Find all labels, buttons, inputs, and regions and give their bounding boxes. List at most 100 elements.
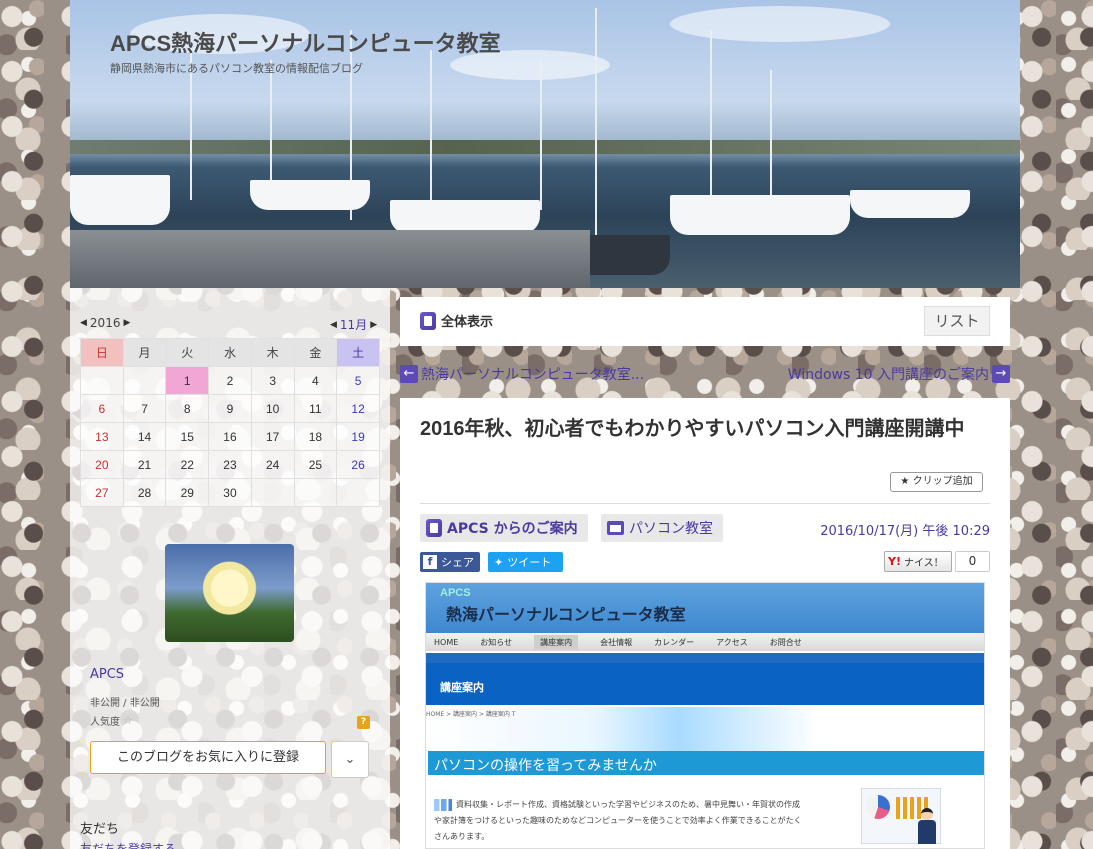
calendar-day-today[interactable]: 1: [165, 366, 210, 395]
calendar-day: [293, 478, 338, 507]
nice-button[interactable]: Y! ナイス！: [884, 551, 952, 572]
prev-month-arrow-icon[interactable]: ◀: [330, 320, 337, 330]
calendar-day[interactable]: 23: [208, 450, 252, 479]
arrow-right-icon: →: [992, 365, 1010, 383]
boat: [390, 200, 540, 234]
nice-count: 0: [955, 551, 990, 572]
calendar-day[interactable]: 14: [122, 422, 167, 451]
embedded-menu-item: お問合せ: [769, 637, 802, 647]
embedded-menu-item-active: 講座案内: [534, 634, 579, 650]
all-view-label: 全体表示: [441, 315, 494, 330]
calendar-month[interactable]: 11月: [340, 316, 367, 333]
calendar-day[interactable]: 26: [336, 450, 380, 479]
clip-add-button[interactable]: ★ クリップ追加: [890, 472, 983, 492]
mast: [430, 50, 432, 220]
calendar-week: 27 28 29 30: [80, 478, 380, 507]
calendar-day[interactable]: 21: [122, 450, 167, 479]
calendar-day[interactable]: 19: [336, 422, 380, 451]
mast: [770, 70, 772, 210]
prev-year-arrow-icon[interactable]: ◀: [80, 318, 87, 328]
embedded-menu-item: アクセス: [716, 637, 748, 647]
article-navigation: ← 熱海パーソナルコンピュータ教室... Windows 10 入門講座のご案内…: [400, 364, 1010, 386]
calendar-day[interactable]: 13: [80, 422, 124, 451]
add-friend-link[interactable]: 友だちを登録する: [80, 840, 176, 849]
user-visibility: 非公開 / 非公開: [90, 698, 160, 709]
profile-avatar[interactable]: [165, 544, 294, 642]
embedded-logo: APCS: [440, 587, 471, 599]
help-icon[interactable]: ?: [357, 716, 370, 729]
calendar-day[interactable]: 12: [336, 394, 380, 423]
folder-tag[interactable]: パソコン教室: [601, 514, 723, 542]
calendar-day[interactable]: 29: [165, 478, 210, 507]
weekday-thu: 木: [250, 338, 295, 367]
calendar-day[interactable]: 3: [250, 366, 295, 395]
all-view-link[interactable]: 全体表示: [420, 311, 493, 330]
facebook-icon: f: [423, 555, 437, 569]
calendar-day[interactable]: 6: [80, 394, 124, 423]
embedded-menu-item: お知らせ: [480, 637, 513, 647]
calendar-day[interactable]: 27: [80, 478, 124, 507]
next-article-link[interactable]: Windows 10 入門講座のご案内 →: [788, 364, 1010, 384]
calendar-day[interactable]: 7: [122, 394, 167, 423]
twitter-tweet-label: ツイート: [507, 556, 552, 569]
embedded-section-title: 講座案内: [440, 682, 484, 694]
next-year-arrow-icon[interactable]: ▶: [123, 318, 130, 328]
mast: [540, 60, 542, 210]
embedded-breadcrumb: HOME > 講座案内 > 講座案内 T: [426, 711, 516, 718]
next-month-arrow-icon[interactable]: ▶: [370, 320, 377, 330]
calendar-weekday-row: 日 月 火 水 木 金 土: [80, 338, 380, 367]
site-subtitle: 静岡県熱海市にあるパソコン教室の情報配信ブログ: [110, 63, 363, 75]
calendar-day[interactable]: 16: [208, 422, 252, 451]
calendar-day[interactable]: 20: [80, 450, 124, 479]
weekday-sun: 日: [80, 338, 124, 367]
prev-article-label: 熱海パーソナルコンピュータ教室...: [421, 367, 645, 383]
calendar-day[interactable]: 17: [250, 422, 295, 451]
weekday-sat: 土: [336, 338, 380, 367]
calendar-day[interactable]: 25: [293, 450, 338, 479]
calendar-day[interactable]: 24: [250, 450, 295, 479]
favorite-dropdown-button[interactable]: ⌄: [331, 741, 369, 778]
weekday-tue: 火: [165, 338, 210, 367]
embedded-menu-item: HOME: [434, 637, 459, 647]
calendar-day[interactable]: 11: [293, 394, 338, 423]
calendar-day[interactable]: 9: [208, 394, 252, 423]
list-button[interactable]: リスト: [924, 306, 990, 336]
prev-article-link[interactable]: ← 熱海パーソナルコンピュータ教室...: [400, 364, 644, 384]
boat: [250, 180, 370, 210]
calendar-day[interactable]: 28: [122, 478, 167, 507]
calendar-day[interactable]: 4: [293, 366, 338, 395]
embedded-paragraph: 資料収集・レポート作成、資格試験といった学習やビジネスのため、暑中見舞い・年賀状…: [434, 797, 804, 845]
weekday-fri: 金: [293, 338, 338, 367]
calendar-day: [250, 478, 295, 507]
calendar-day[interactable]: 30: [208, 478, 252, 507]
category-label: APCS からのご案内: [447, 521, 578, 537]
calendar-day[interactable]: 2: [208, 366, 252, 395]
user-name[interactable]: APCS: [90, 667, 124, 682]
boat: [70, 175, 170, 225]
embedded-section-bar: [426, 663, 984, 705]
calendar-day[interactable]: 15: [165, 422, 210, 451]
weekday-wed: 水: [208, 338, 252, 367]
calendar-day[interactable]: 18: [293, 422, 338, 451]
mast: [595, 8, 597, 238]
cloud: [670, 6, 890, 42]
calendar-year: 2016: [89, 316, 121, 330]
category-tag[interactable]: APCS からのご案内: [420, 514, 588, 542]
calendar-day[interactable]: 10: [250, 394, 295, 423]
facebook-share-button[interactable]: f シェア: [420, 552, 480, 572]
popularity: 人気度 ☆: [90, 713, 133, 728]
weekday-mon: 月: [122, 338, 167, 367]
header-banner: APCS熱海パーソナルコンピュータ教室 静岡県熱海市にあるパソコン教室の情報配信…: [70, 0, 1020, 288]
add-favorite-button[interactable]: このブログをお気に入りに登録: [90, 741, 326, 774]
calendar-day[interactable]: 5: [336, 366, 380, 395]
calendar-day[interactable]: 22: [165, 450, 210, 479]
site-title[interactable]: APCS熱海パーソナルコンピュータ教室: [110, 26, 501, 58]
next-article-label: Windows 10 入門講座のご案内: [787, 367, 989, 383]
calendar-day[interactable]: 8: [165, 394, 210, 423]
calendar-day: [80, 366, 124, 395]
calendar-day: [122, 366, 167, 395]
calendar: 日 月 火 水 木 金 土 1 2 3 4 5 6 7 8 9 10 11 12…: [80, 338, 380, 507]
twitter-tweet-button[interactable]: ✦ ツイート: [488, 552, 563, 572]
embedded-title: 熱海パーソナルコンピュータ教室: [446, 607, 686, 624]
article-image[interactable]: APCS 熱海パーソナルコンピュータ教室 HOME お知らせ 講座案内 会社情報…: [425, 582, 985, 849]
